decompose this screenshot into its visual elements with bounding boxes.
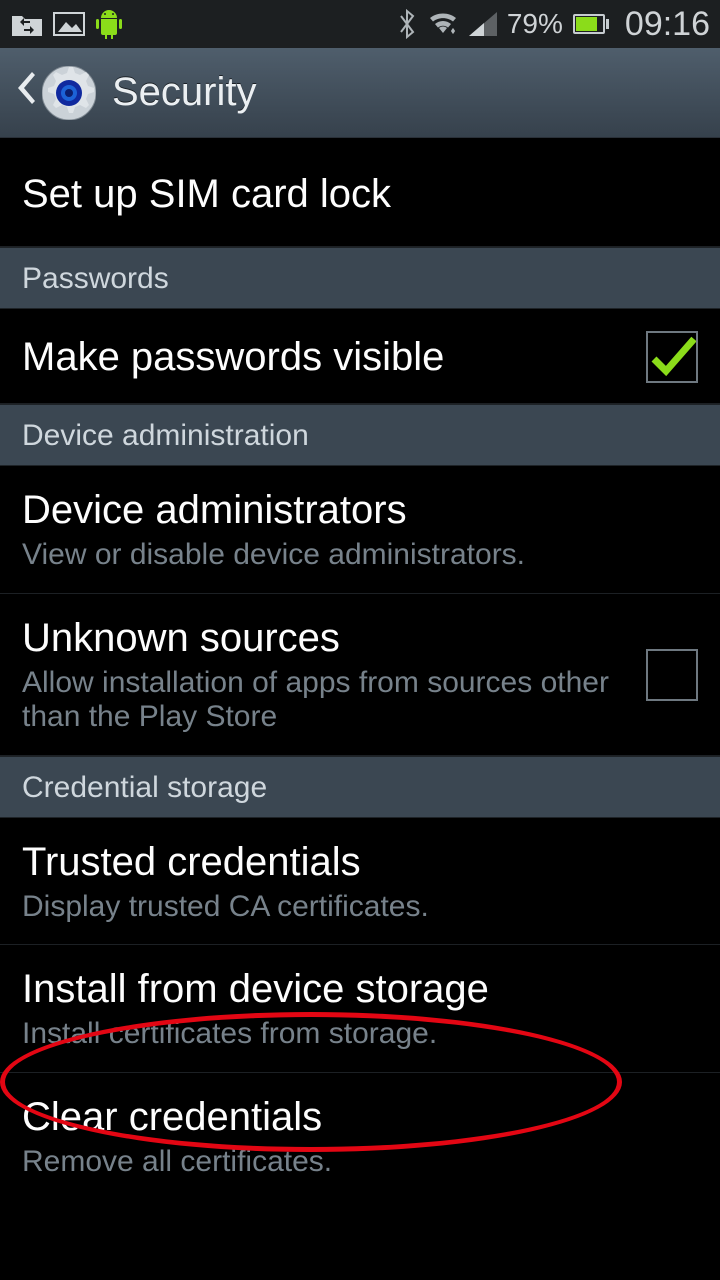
image-icon [52,10,86,38]
item-clear-credentials[interactable]: Clear credentials Remove all certificate… [0,1073,720,1200]
section-credential-storage: Credential storage [0,756,720,818]
item-label: Device administrators [22,488,698,532]
status-bar: 79% 09:16 [0,0,720,48]
item-label: Set up SIM card lock [22,172,698,216]
item-trusted-credentials[interactable]: Trusted credentials Display trusted CA c… [0,818,720,946]
wifi-icon [427,11,459,37]
folder-sync-icon [10,10,44,38]
signal-icon [469,12,497,36]
action-bar[interactable]: Security [0,48,720,138]
item-label: Install from device storage [22,967,698,1011]
item-desc: Remove all certificates. [22,1145,698,1180]
item-label: Make passwords visible [22,335,626,379]
item-sim-card-lock[interactable]: Set up SIM card lock [0,138,720,247]
item-unknown-sources[interactable]: Unknown sources Allow installation of ap… [0,594,720,756]
item-install-from-device-storage[interactable]: Install from device storage Install cert… [0,945,720,1073]
item-label: Trusted credentials [22,840,698,884]
settings-gear-icon [42,66,96,120]
item-make-passwords-visible[interactable]: Make passwords visible [0,309,720,404]
checkbox-unknown-sources[interactable] [646,649,698,701]
item-desc: Allow installation of apps from sources … [22,666,626,735]
back-icon[interactable] [14,70,36,116]
section-device-administration: Device administration [0,404,720,466]
checkbox-passwords-visible[interactable] [646,331,698,383]
android-icon [94,8,124,40]
section-passwords: Passwords [0,247,720,309]
battery-icon [573,14,609,34]
item-desc: Display trusted CA certificates. [22,890,698,925]
item-desc: View or disable device administrators. [22,538,698,573]
bluetooth-icon [397,9,417,39]
clock: 09:16 [625,5,710,44]
item-desc: Install certificates from storage. [22,1017,698,1052]
page-title: Security [112,70,257,115]
settings-list: Set up SIM card lock Passwords Make pass… [0,138,720,1199]
item-label: Unknown sources [22,616,626,660]
item-label: Clear credentials [22,1095,698,1139]
item-device-administrators[interactable]: Device administrators View or disable de… [0,466,720,594]
battery-percent: 79% [507,8,563,40]
